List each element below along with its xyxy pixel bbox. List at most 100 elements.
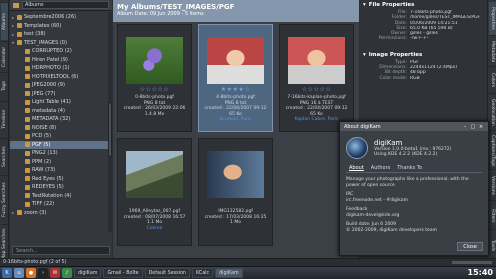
album-tree-item[interactable]: PGF (5)	[10, 140, 112, 149]
right-tab-filters[interactable]: Filters	[489, 202, 496, 230]
folder-icon	[17, 14, 22, 20]
album-subtitle: Album Date: 09 Jun 2009 - 5 items	[117, 11, 204, 17]
album-search-input[interactable]: Search...	[12, 246, 110, 255]
close-icon[interactable]: ×	[478, 124, 484, 130]
digikam-logo-icon	[346, 137, 368, 159]
album-tree-item[interactable]: METADATA (32)	[10, 115, 112, 124]
album-tree-item[interactable]: metadata (4)	[10, 107, 112, 116]
right-tab-versions[interactable]: Versions	[489, 171, 496, 201]
album-tree-item[interactable]: Red Eyes (5)	[10, 175, 112, 184]
minimize-icon[interactable]: –	[462, 124, 468, 130]
right-tab-geolocation[interactable]: Geolocation	[489, 95, 496, 131]
album-tree-label: RAW (73)	[32, 167, 56, 174]
album-tree-item[interactable]: JPEG2000 (9)	[10, 81, 112, 90]
album-tree-item[interactable]: Light Table (41)	[10, 98, 112, 107]
left-tab-calendar[interactable]: Calendar	[1, 41, 8, 71]
album-tree-item[interactable]: JPEG (77)	[10, 90, 112, 99]
album-tree-scrollbar[interactable]	[108, 12, 112, 232]
thumbnail-image[interactable]	[207, 37, 264, 84]
thumbnail-info-line: created : 22/04/2007 09:12	[204, 106, 267, 111]
album-tree-item[interactable]: PCD (5)	[10, 132, 112, 141]
taskbar-task[interactable]: digiKam	[215, 268, 243, 278]
rating-stars[interactable]: ☆☆☆☆☆	[118, 86, 191, 93]
right-tab-colors[interactable]: Colors	[489, 68, 496, 94]
folder-icon	[25, 133, 30, 139]
thumbnail-info: 1969_Alleytas_007.pgf created : 08/07/200…	[118, 209, 191, 231]
about-dialog-titlebar[interactable]: About digiKam – □ ×	[340, 122, 488, 131]
tab-authors[interactable]: Authors	[368, 164, 393, 172]
kde-version: Using KDE 4.2.2 (KDE 4.2.2)	[374, 152, 438, 157]
left-tab-tags[interactable]: Tags	[1, 72, 8, 100]
album-tree-item[interactable]: TIFF (22)	[10, 200, 112, 209]
thumbnail-tags[interactable]: Ecureuil, Paris	[199, 117, 272, 123]
right-tab-properties[interactable]: Properties	[489, 2, 496, 36]
left-tab-searches[interactable]: Searches	[1, 138, 8, 174]
terminal-icon[interactable]: ›	[38, 268, 48, 278]
expand-icon[interactable]: ▾	[363, 2, 366, 8]
music-icon[interactable]: ♪	[62, 268, 72, 278]
irc-line: irc.freenode.net - #digikam	[346, 198, 408, 203]
image-properties-title[interactable]: ▾ Image Properties	[360, 50, 487, 60]
thumbnail-image[interactable]	[126, 37, 183, 84]
taskbar-task[interactable]: KCalc	[191, 268, 214, 278]
folder-icon	[17, 40, 22, 46]
scrollbar-thumb[interactable]	[108, 102, 112, 157]
album-tree-item[interactable]: ▸ Templates (60)	[10, 22, 112, 31]
left-tab-fuzzy-searches[interactable]: Fuzzy Searches	[1, 175, 8, 223]
album-tree-item[interactable]: NOISE (8)	[10, 124, 112, 133]
expand-icon[interactable]: ▾	[363, 52, 366, 58]
folder-icon	[17, 210, 22, 216]
album-view: My Albums/TEST_IMAGES/PGF Album Date: 09…	[113, 0, 359, 258]
album-title: My Albums/TEST_IMAGES/PGF	[117, 3, 235, 11]
rating-stars[interactable]: ★★★★☆	[199, 86, 272, 93]
copyright: © 2002-2009, digiKam developers team	[346, 228, 437, 233]
thumbnail-tags[interactable]: Cokroa	[118, 226, 191, 232]
right-tab-captions-tags[interactable]: Captions/Tags	[489, 132, 496, 170]
album-tree-item[interactable]: ▸ Septembre2006 (26)	[10, 13, 112, 22]
album-tree-item[interactable]: PPM (2)	[10, 158, 112, 167]
taskbar-task[interactable]: digiKam	[74, 268, 102, 278]
file-properties-title[interactable]: ▾ File Properties	[360, 0, 487, 10]
album-tree-item[interactable]: RAW (73)	[10, 166, 112, 175]
close-button[interactable]: Close	[457, 242, 483, 251]
album-search-placeholder: Search...	[16, 247, 38, 254]
left-tab-albums[interactable]: Albums	[1, 2, 8, 40]
taskbar-task[interactable]: Gmail - Boîte	[103, 268, 143, 278]
taskbar-task[interactable]: Default Session	[144, 268, 190, 278]
album-tree-item[interactable]: HDRPHOTO (1)	[10, 64, 112, 73]
album-tree-item[interactable]: HOTPIXELTOOL (6)	[10, 73, 112, 82]
album-tree: ▸ Septembre2006 (26) ▸ Templates (60) ▸ test …	[10, 11, 112, 217]
album-tree-item[interactable]: TestRotation (4)	[10, 192, 112, 201]
home-folder-icon[interactable]: ⌂	[14, 268, 24, 278]
folder-icon	[25, 193, 30, 199]
thumbnail-item[interactable]: ☆☆☆☆☆ 0-8bits-photo.pgf PNG 8 tat created :…	[117, 24, 192, 132]
album-tree-item[interactable]: ▾ TEST_IMAGES (0)	[10, 39, 112, 48]
thumbnail-image[interactable]	[207, 151, 264, 198]
album-tree-item[interactable]: PNG2 (13)	[10, 149, 112, 158]
album-tree-item[interactable]: ▸ zoom (3)	[10, 209, 112, 218]
right-tab-metadata[interactable]: Metadata	[489, 37, 496, 67]
kde-menu-icon[interactable]: K	[2, 268, 12, 278]
thumbnail-item[interactable]: 1969_Alleytas_007.pgf created : 08/07/200…	[117, 138, 192, 246]
browser-icon[interactable]: ●	[26, 268, 36, 278]
right-tab-tools[interactable]: Tools	[489, 231, 496, 261]
zoom-slider[interactable]	[452, 261, 492, 264]
thumbnail-image[interactable]	[288, 37, 345, 84]
tab-thanks-to[interactable]: Thanks To	[394, 164, 425, 172]
thumbnail-item[interactable]: ★★★★☆ 4-8bits-photo.pgf PNG 8 tat created :…	[198, 24, 273, 132]
albums-selector[interactable]: Albums	[22, 1, 109, 9]
rating-stars[interactable]: ☆☆☆☆☆	[280, 86, 353, 93]
left-tab-timeline[interactable]: Timeline	[1, 101, 8, 137]
maximize-icon[interactable]: □	[470, 124, 476, 130]
mail-icon[interactable]: ✉	[50, 268, 60, 278]
album-tree-label: PPM (2)	[32, 158, 52, 165]
album-tree-item[interactable]: Hiren Patel (9)	[10, 56, 112, 65]
tab-about[interactable]: About	[346, 164, 367, 172]
thumbnail-image[interactable]	[126, 151, 183, 198]
thumbnail-item[interactable]: ☆☆☆☆☆ 7-16bits-kaplan-photo.pgf PNG 16 à T…	[279, 24, 354, 132]
album-tree-item[interactable]: CORRUPTED (2)	[10, 47, 112, 56]
album-tree-item[interactable]: REDEYES (5)	[10, 183, 112, 192]
image-properties-label: Image Properties	[368, 51, 423, 58]
thumbnail-item[interactable]: IMG132582.pgf created : 17/03/2008 16:25 1…	[198, 138, 273, 246]
album-tree-item[interactable]: ▸ test (38)	[10, 30, 112, 39]
